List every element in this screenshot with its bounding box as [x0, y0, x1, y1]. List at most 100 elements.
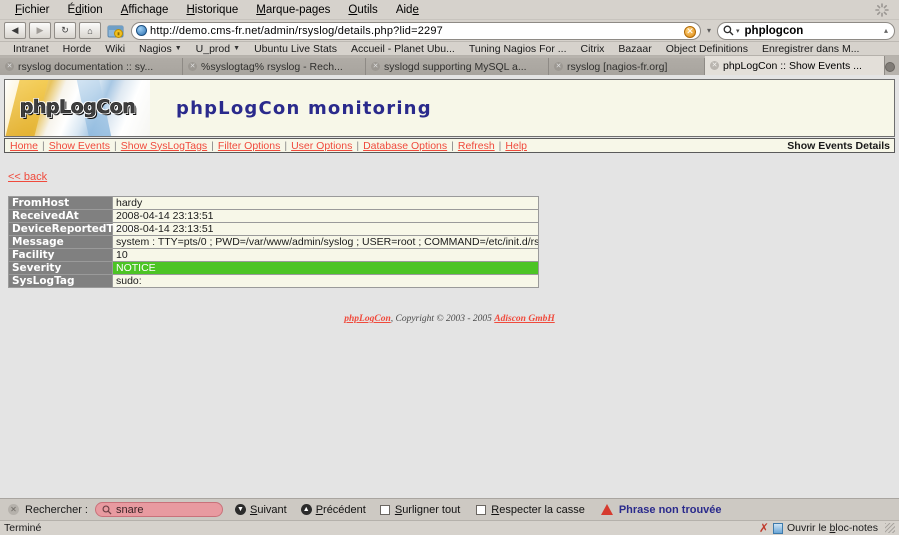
bookmark-label: Bazaar	[618, 42, 652, 55]
back-link[interactable]: << back	[8, 171, 47, 183]
menu-item-affichage[interactable]: Affichage	[112, 2, 178, 18]
bookmark-label: Object Definitions	[665, 42, 748, 55]
bookmark-ubuntu-live-stats[interactable]: Ubuntu Live Stats	[247, 43, 344, 55]
find-next-button[interactable]: ▼ Suivant	[234, 504, 287, 516]
nav-link-help[interactable]: Help	[502, 140, 530, 152]
nav-link-database-options[interactable]: Database Options	[360, 140, 450, 152]
tab-phplogcon-show-events[interactable]: ✕ phpLogCon :: Show Events ...	[705, 56, 885, 75]
match-case-checkbox[interactable]: Respecter la casse	[476, 504, 585, 516]
bookmark-u-prod[interactable]: U_prod ▼	[189, 43, 247, 55]
close-icon[interactable]: ✕	[188, 62, 197, 71]
url-dropdown-icon[interactable]: ▾	[704, 26, 714, 35]
bookmark-label: Enregistrer dans M...	[762, 42, 860, 55]
url-text: http://demo.cms-fr.net/admin/rsyslog/det…	[150, 24, 443, 37]
menu-item-fichier[interactable]: Fichier	[6, 2, 59, 18]
bookmark-tuning-nagios[interactable]: Tuning Nagios For ...	[462, 43, 574, 55]
bookmark-object-definitions[interactable]: Object Definitions	[659, 43, 755, 55]
menu-item-marque-pages[interactable]: Marque-pages	[247, 2, 339, 18]
search-engine-dropdown-icon[interactable]: ▾	[736, 27, 740, 35]
footer-copyright: phpLogCon, Copyright © 2003 - 2005 Adisc…	[8, 314, 891, 324]
page-heading: Show Events Details	[787, 139, 890, 152]
footer-product-link[interactable]: phpLogCon	[344, 314, 390, 324]
throbber-icon	[875, 3, 889, 17]
back-button[interactable]: ◀	[4, 22, 26, 39]
open-notepad-label[interactable]: Ouvrir le bloc-notes	[787, 522, 878, 534]
table-row: SysLogTag sudo:	[8, 274, 539, 288]
find-status: Phrase non trouvée	[600, 503, 722, 516]
app-header-wrapper: phpLogCon phpLogCon monitoring	[0, 75, 899, 137]
bookmark-label: Intranet	[13, 42, 49, 55]
table-row: ReceivedAt 2008-04-14 23:13:51	[8, 209, 539, 223]
nav-link-refresh[interactable]: Refresh	[455, 140, 498, 152]
bookmark-intranet[interactable]: Intranet	[6, 43, 56, 55]
detail-value: hardy	[112, 196, 539, 210]
tab-list-button[interactable]	[885, 58, 899, 75]
nav-link-filter-options[interactable]: Filter Options	[215, 140, 283, 152]
find-label: Rechercher :	[25, 503, 88, 516]
close-icon[interactable]: ✕	[5, 62, 14, 71]
tab-rsyslog-documentation[interactable]: ✕ rsyslog documentation :: sy...	[0, 58, 183, 75]
find-status-text: Phrase non trouvée	[618, 503, 722, 516]
browser-window: Fichier Édition Affichage Historique Mar…	[0, 0, 899, 535]
bookmark-label: Accueil - Planet Ubu...	[350, 42, 455, 55]
nav-link-show-syslogtags[interactable]: Show SysLogTags	[118, 140, 210, 152]
bookmarks-bar: Intranet Horde Wiki Nagios ▼ U_prod ▼ Ubun…	[0, 42, 899, 56]
tab-rsyslog-nagios-fr[interactable]: ✕ rsyslog [nagios-fr.org]	[549, 58, 705, 75]
detail-key: ReceivedAt	[8, 209, 113, 223]
nav-link-show-events[interactable]: Show Events	[46, 140, 113, 152]
noscript-icon[interactable]: ✗	[759, 521, 769, 535]
forward-button[interactable]: ▶	[29, 22, 51, 39]
menu-item-aide[interactable]: Aide	[387, 2, 428, 18]
find-input[interactable]: snare	[94, 502, 223, 517]
highlight-all-checkbox[interactable]: Surligner tout	[379, 504, 460, 516]
stop-icon[interactable]: ✕	[684, 25, 696, 38]
find-previous-label: Précédent	[315, 503, 366, 516]
bookmark-planet-ubuntu[interactable]: Accueil - Planet Ubu...	[344, 43, 462, 55]
reload-button[interactable]: ↻	[54, 22, 76, 39]
bookmark-bazaar[interactable]: Bazaar	[611, 43, 658, 55]
close-icon[interactable]: ✕	[554, 62, 563, 71]
bookmark-label: Tuning Nagios For ...	[468, 42, 567, 55]
tab-label: phpLogCon :: Show Events ...	[723, 59, 862, 72]
status-text: Terminé	[4, 522, 42, 534]
tab-syslogtag-recherche[interactable]: ✕ %syslogtag% rsyslog - Rech...	[183, 58, 366, 75]
find-previous-button[interactable]: ▲ Précédent	[300, 503, 366, 516]
tab-bar: ✕ rsyslog documentation :: sy... ✕ %sysl…	[0, 56, 899, 75]
menu-item-historique[interactable]: Historique	[177, 2, 247, 18]
bookmark-citrix[interactable]: Citrix	[574, 43, 612, 55]
search-input[interactable]: phplogcon	[745, 25, 804, 37]
nav-link-home[interactable]: Home	[7, 140, 41, 152]
navigation-toolbar: ◀ ▶ ↻ ⌂ http://demo.cms-fr.net/admin/rsy…	[0, 20, 899, 42]
home-button[interactable]: ⌂	[79, 22, 101, 39]
chevron-down-icon: ▼	[234, 504, 246, 515]
url-bar[interactable]: http://demo.cms-fr.net/admin/rsyslog/det…	[131, 21, 701, 40]
nav-link-user-options[interactable]: User Options	[288, 140, 355, 152]
bookmark-horde[interactable]: Horde	[56, 43, 99, 55]
close-icon[interactable]: ✕	[371, 62, 380, 71]
tab-label: syslogd supporting MySQL a...	[384, 60, 527, 73]
tab-syslogd-mysql[interactable]: ✕ syslogd supporting MySQL a...	[366, 58, 549, 75]
close-icon[interactable]: ✕	[710, 61, 719, 70]
notepad-icon[interactable]	[772, 522, 783, 534]
status-bar-right: ✗ Ouvrir le bloc-notes	[759, 521, 895, 535]
menu-item-outils[interactable]: Outils	[339, 2, 386, 18]
chevron-down-icon: ▼	[233, 45, 241, 52]
find-input-value: snare	[115, 503, 144, 516]
detail-key: Severity	[8, 261, 113, 275]
bookmark-label: Citrix	[580, 42, 605, 55]
menu-item-edition[interactable]: Édition	[59, 2, 112, 18]
footer-company-link[interactable]: Adiscon GmbH	[494, 314, 554, 324]
event-details-table: FromHost hardy ReceivedAt 2008-04-14 23:…	[8, 196, 539, 288]
status-badge: NOTICE	[112, 261, 539, 275]
search-icon	[723, 25, 734, 36]
menu-bar: Fichier Édition Affichage Historique Mar…	[0, 0, 899, 20]
search-bar[interactable]: ▾ phplogcon ▴	[717, 21, 895, 40]
bookmark-nagios[interactable]: Nagios ▼	[132, 43, 189, 55]
bookmark-wiki[interactable]: Wiki	[98, 43, 132, 55]
close-icon[interactable]: ✕	[8, 504, 19, 515]
resize-grip[interactable]	[885, 523, 895, 533]
bookmark-enregistrer[interactable]: Enregistrer dans M...	[755, 43, 866, 55]
search-scroll-icon[interactable]: ▴	[884, 26, 888, 35]
search-icon	[102, 505, 112, 515]
detail-value: sudo:	[112, 274, 539, 288]
